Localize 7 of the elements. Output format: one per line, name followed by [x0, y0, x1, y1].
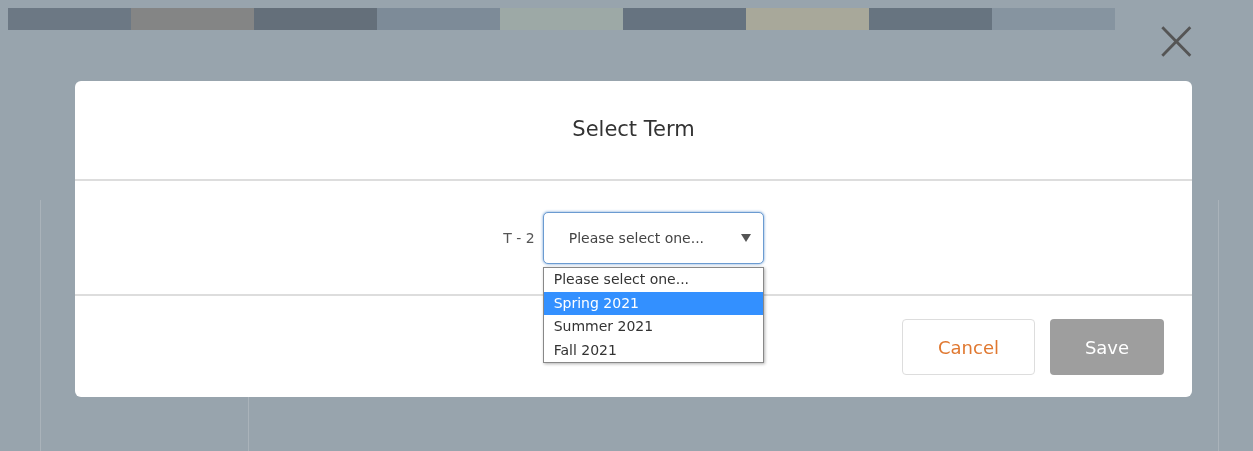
caret-icon [740, 234, 751, 242]
dropdown-option[interactable]: Fall 2021 [543, 338, 763, 362]
select-field[interactable]: Please select one... [542, 212, 764, 264]
dropdown-option[interactable]: Summer 2021 [543, 315, 763, 339]
field-label: T - 2 [503, 229, 535, 248]
dialog-title: Select Term [572, 116, 695, 144]
dropdown-option[interactable]: Please select one... [543, 268, 763, 292]
